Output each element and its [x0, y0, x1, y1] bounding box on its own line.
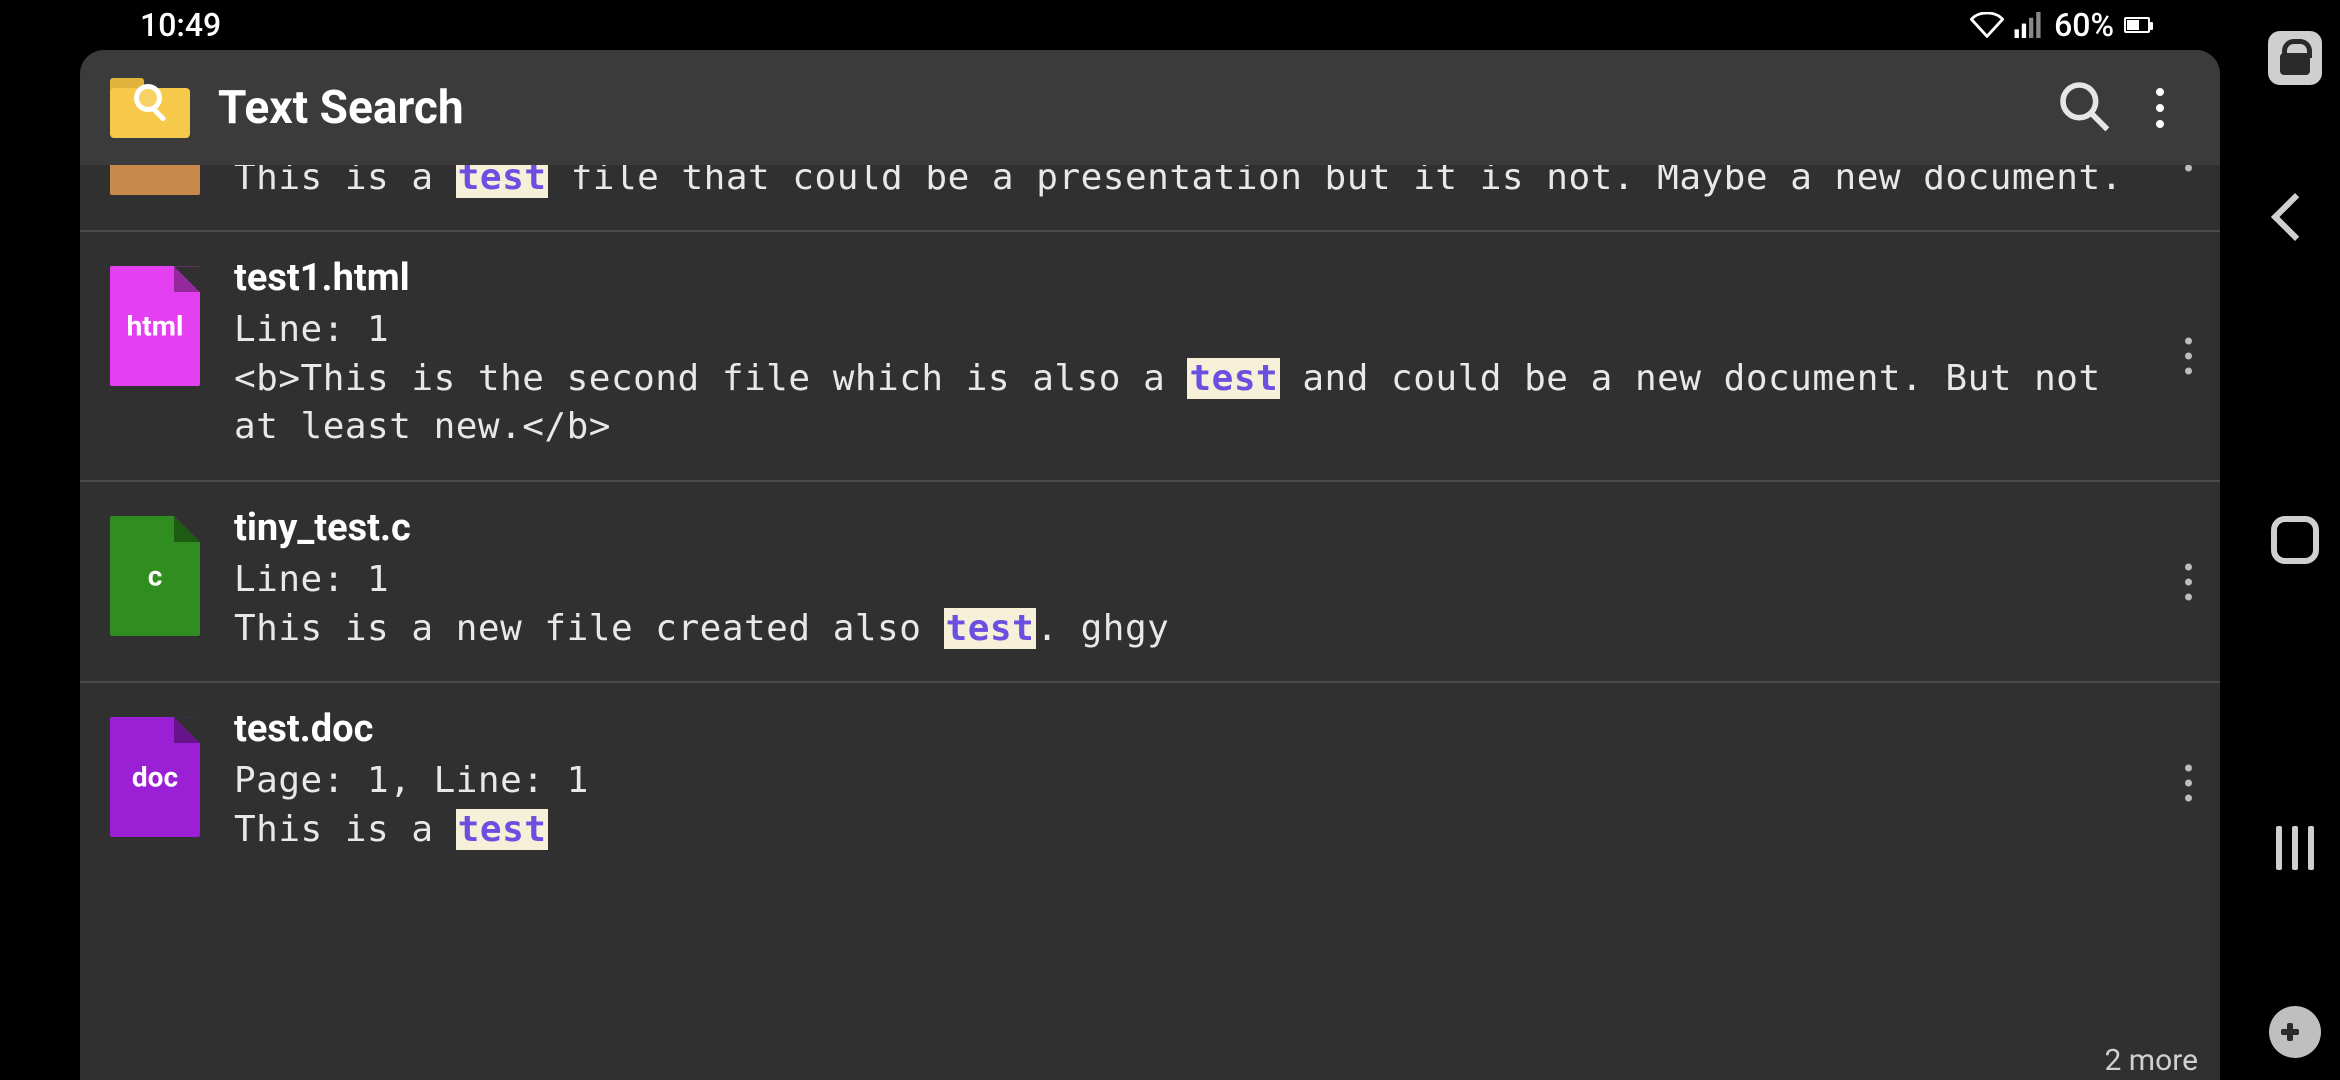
nav-home-button[interactable]	[2271, 516, 2319, 564]
lock-badge-icon[interactable]	[2267, 30, 2323, 86]
results-list: txtLine: 1This is a test file that could…	[80, 165, 2220, 1080]
file-ext-label: txt	[110, 165, 200, 172]
file-type-icon: c	[110, 516, 200, 636]
file-ext-label: html	[110, 310, 200, 343]
result-snippet: This is a test	[234, 806, 2160, 855]
nav-back-button[interactable]	[2278, 200, 2312, 234]
status-right: 60%	[1970, 6, 2150, 44]
more-results-label: 2 more	[2104, 1043, 2198, 1078]
more-vert-icon	[2156, 88, 2164, 128]
result-filename: test.doc	[234, 707, 2160, 751]
more-vert-icon	[2185, 338, 2192, 375]
more-vert-icon	[2185, 764, 2192, 801]
result-body: test1.html Line: 1<b>This is the second f…	[234, 256, 2160, 452]
result-row[interactable]: html test1.html Line: 1<b>This is the seco…	[80, 232, 2220, 482]
row-more-button[interactable]	[2185, 338, 2192, 375]
result-row[interactable]: txt Line: 1This is a test file that could…	[80, 165, 2220, 232]
file-type-icon: html	[110, 266, 200, 386]
result-body: Line: 1This is a test file that could be…	[234, 165, 2160, 202]
app-window: Text Search txtLine: 1This is a test fil…	[80, 50, 2220, 1080]
row-more-button[interactable]	[2185, 563, 2192, 600]
result-body: test.doc Page: 1, Line: 1This is a test	[234, 707, 2160, 854]
result-filename: test1.html	[234, 256, 2160, 300]
wifi-icon	[1970, 12, 2004, 38]
signal-icon	[2014, 12, 2044, 38]
status-time: 10:49	[140, 6, 221, 44]
recents-icon	[2276, 826, 2314, 870]
result-line-label: Page: 1, Line: 1	[234, 757, 2160, 806]
result-line-label: Line: 1	[234, 556, 2160, 605]
battery-percent: 60%	[2054, 6, 2114, 44]
file-type-icon: doc	[110, 717, 200, 837]
result-snippet: <b>This is the second file which is also…	[234, 355, 2160, 452]
result-snippet: This is a test file that could be a pres…	[234, 165, 2160, 202]
result-row[interactable]: c tiny_test.c Line: 1This is a new file cr…	[80, 482, 2220, 683]
battery-icon	[2124, 17, 2150, 33]
app-folder-search-icon	[110, 78, 190, 138]
gamepad-icon	[2269, 1006, 2321, 1058]
game-launcher-button[interactable]	[2267, 1004, 2323, 1060]
chevron-left-icon	[2271, 193, 2319, 241]
more-vert-icon	[2185, 165, 2192, 186]
result-body: tiny_test.c Line: 1This is a new file cre…	[234, 506, 2160, 653]
result-filename: tiny_test.c	[234, 506, 2160, 550]
titlebar: Text Search	[80, 50, 2220, 165]
row-more-button[interactable]	[2185, 165, 2192, 186]
match-highlight: test	[456, 809, 549, 850]
result-line-label: Line: 1	[234, 306, 2160, 355]
match-highlight: test	[1187, 358, 1280, 399]
rounded-square-icon	[2271, 516, 2319, 564]
side-nav-strip	[2250, 0, 2340, 1080]
overflow-menu-button[interactable]	[2140, 88, 2180, 128]
result-snippet: This is a new file created also test. gh…	[234, 605, 2160, 654]
file-type-icon: txt	[110, 165, 200, 195]
match-highlight: test	[456, 165, 549, 198]
status-bar: 10:49 60%	[0, 0, 2250, 50]
nav-recents-button[interactable]	[2276, 826, 2314, 870]
more-vert-icon	[2185, 563, 2192, 600]
match-highlight: test	[944, 608, 1037, 649]
row-more-button[interactable]	[2185, 764, 2192, 801]
result-row[interactable]: doc test.doc Page: 1, Line: 1This is a tes…	[80, 683, 2220, 882]
file-ext-label: c	[110, 559, 200, 592]
search-button[interactable]	[2056, 78, 2112, 138]
app-title: Text Search	[218, 81, 2028, 135]
file-ext-label: doc	[110, 761, 200, 794]
